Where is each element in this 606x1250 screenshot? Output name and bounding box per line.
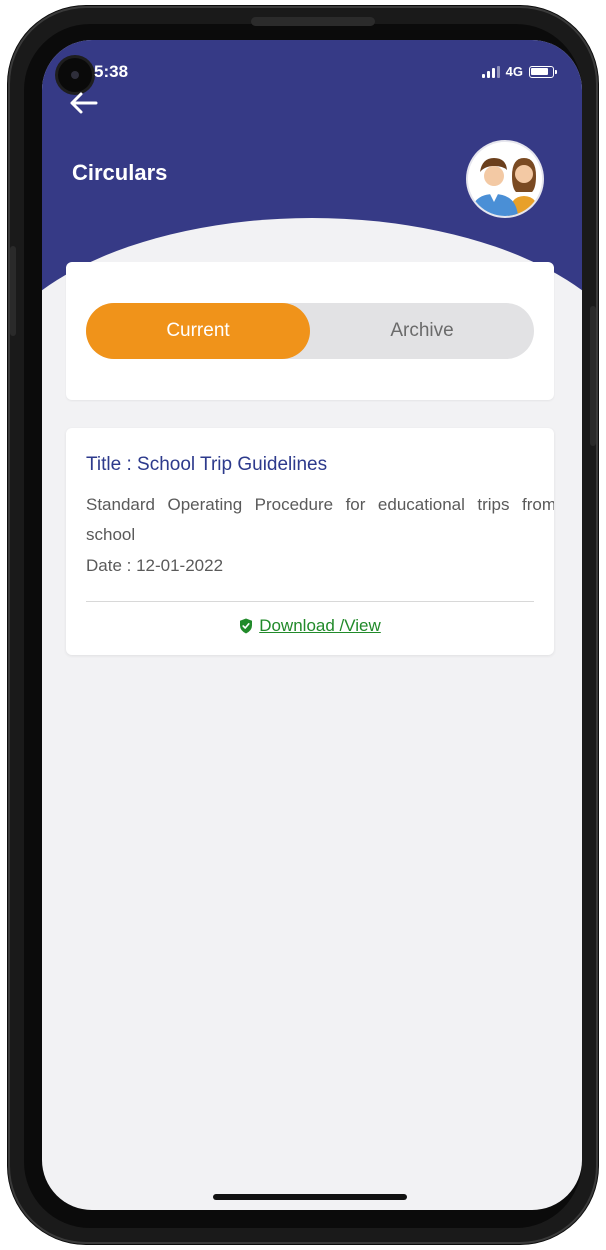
circular-description: Standard Operating Procedure for educati… (86, 495, 554, 544)
network-label: 4G (505, 64, 523, 79)
shield-check-icon (240, 618, 253, 634)
app-screen: 5:38 4G Circulars Current Archive Title … (42, 40, 582, 1210)
speaker-slot (251, 17, 375, 26)
home-indicator[interactable] (213, 1194, 407, 1200)
back-button[interactable] (66, 88, 102, 118)
power-button (590, 306, 596, 446)
segmented-control: Current Archive (86, 303, 534, 359)
tab-archive[interactable]: Archive (310, 303, 534, 359)
circular-date: Date : 12-01-2022 (86, 556, 224, 575)
battery-icon (529, 65, 557, 78)
volume-button (10, 246, 16, 336)
front-camera (58, 58, 92, 92)
avatar[interactable] (468, 142, 542, 216)
page-title: Circulars (72, 160, 168, 185)
download-view-button[interactable]: Download /View (66, 612, 554, 640)
arrow-left-icon (70, 92, 98, 114)
parents-avatar-icon (468, 142, 542, 216)
tab-card: Current Archive (66, 262, 554, 400)
divider (86, 601, 534, 602)
download-view-link[interactable]: Download /View (259, 616, 381, 636)
signal-icon (481, 65, 500, 78)
circular-card: Title : School Trip Guidelines Standard … (66, 428, 554, 655)
tab-current[interactable]: Current (86, 303, 310, 359)
status-time: 5:38 (94, 62, 129, 81)
circular-title: Title : School Trip Guidelines (86, 454, 328, 475)
status-icons: 4G (481, 64, 557, 79)
